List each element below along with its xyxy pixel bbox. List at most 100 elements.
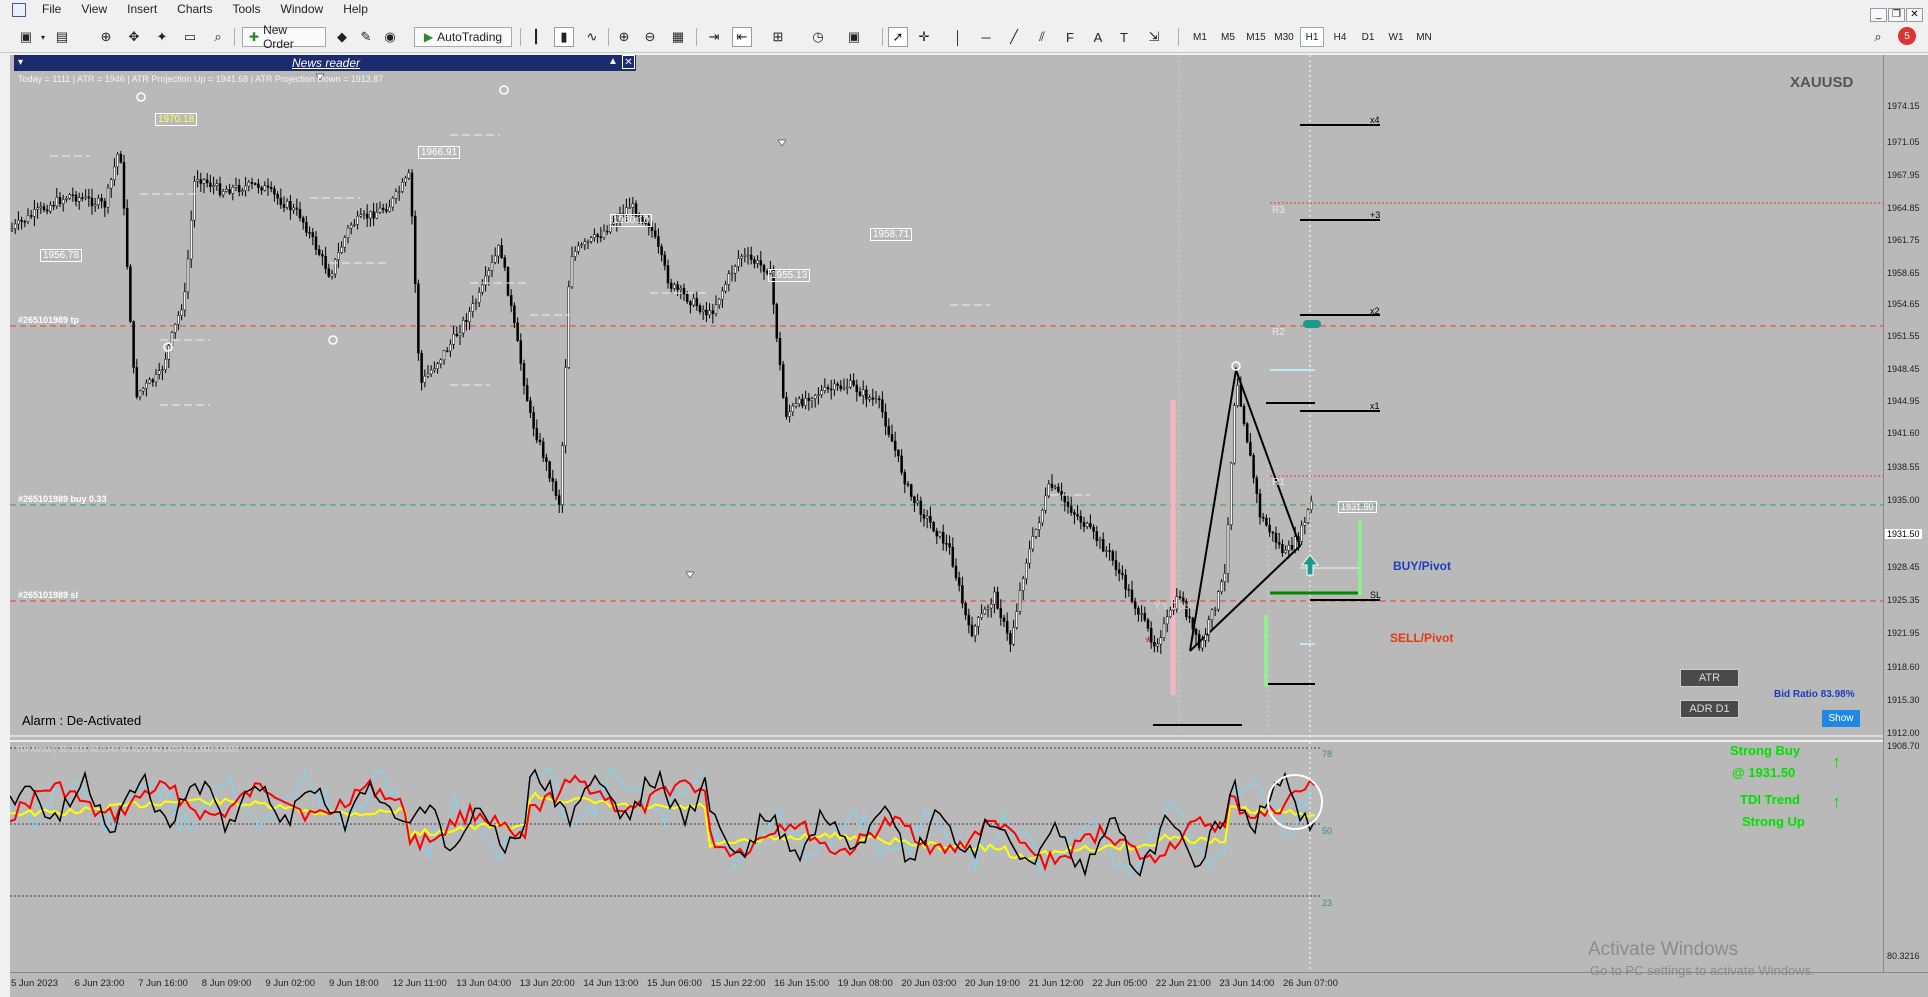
signals-icon[interactable]: ✎ bbox=[356, 27, 376, 47]
candle-body bbox=[564, 367, 567, 446]
news-close-icon[interactable]: ✕ bbox=[622, 55, 635, 69]
close-window-button[interactable]: ✕ bbox=[1906, 8, 1923, 22]
tf-mn[interactable]: MN bbox=[1412, 27, 1436, 47]
new-order-button[interactable]: ✚ New Order bbox=[242, 23, 326, 51]
candle-body bbox=[900, 455, 903, 473]
terminal-icon[interactable]: ▭ bbox=[180, 27, 200, 47]
candle-body bbox=[465, 320, 468, 322]
news-up-icon[interactable]: ▲ bbox=[608, 56, 618, 67]
news-collapse-icon[interactable]: ▾ bbox=[18, 57, 23, 68]
candle-body bbox=[861, 389, 865, 396]
bar-chart-icon[interactable]: ┃ bbox=[526, 27, 546, 47]
text-icon[interactable]: A bbox=[1088, 27, 1108, 47]
tf-m1[interactable]: M1 bbox=[1188, 27, 1212, 47]
candle-body bbox=[100, 198, 103, 202]
text-label-icon[interactable]: T bbox=[1114, 27, 1134, 47]
menu-insert[interactable]: Insert bbox=[117, 0, 167, 19]
tf-h4[interactable]: H4 bbox=[1328, 27, 1352, 47]
chart-shift-icon[interactable]: ⇤ bbox=[732, 27, 752, 47]
candle-body bbox=[301, 217, 305, 223]
search-icon[interactable]: ⌕ bbox=[1868, 27, 1888, 47]
price-tick: 1951.55 bbox=[1887, 331, 1920, 341]
periods-icon[interactable]: ◷ bbox=[808, 27, 828, 47]
cursor-icon[interactable]: ➚ bbox=[888, 27, 908, 47]
market-icon[interactable]: ◉ bbox=[380, 27, 400, 47]
news-reader-bar[interactable]: ▾ News reader ▲ ✕ bbox=[14, 55, 636, 71]
candle-body bbox=[650, 227, 654, 231]
indicators-icon[interactable]: ⊞ bbox=[768, 27, 788, 47]
menu-view[interactable]: View bbox=[71, 0, 117, 19]
notification-badge[interactable]: 5 bbox=[1898, 27, 1916, 45]
candle-body bbox=[788, 411, 791, 417]
adr-d1-button[interactable]: ADR D1 bbox=[1680, 700, 1739, 718]
candle-body bbox=[1162, 623, 1166, 638]
line-chart-icon[interactable]: ∿ bbox=[582, 27, 602, 47]
tile-windows-icon[interactable]: ▦ bbox=[668, 27, 688, 47]
candlestick-icon[interactable]: ▮ bbox=[554, 27, 574, 47]
candle-body bbox=[458, 332, 462, 336]
candle-body bbox=[1287, 544, 1291, 551]
menu-file[interactable]: File bbox=[32, 0, 71, 19]
candle-body bbox=[935, 530, 939, 537]
candle-body bbox=[858, 391, 862, 396]
price-tick: 1944.95 bbox=[1887, 396, 1920, 406]
atr-button[interactable]: ATR bbox=[1680, 669, 1739, 687]
candle-body bbox=[724, 284, 727, 292]
menu-window[interactable]: Window bbox=[271, 0, 334, 19]
tf-m30[interactable]: M30 bbox=[1272, 27, 1296, 47]
profiles-icon[interactable]: ▤ bbox=[52, 27, 72, 47]
menu-tools[interactable]: Tools bbox=[223, 0, 271, 19]
horizontal-line-icon[interactable]: ─ bbox=[976, 27, 996, 47]
candle-body bbox=[1201, 640, 1204, 649]
crosshair-nav-icon[interactable]: ✥ bbox=[124, 27, 144, 47]
candle-body bbox=[1037, 522, 1041, 530]
tf-h1[interactable]: H1 bbox=[1300, 27, 1324, 47]
minimize-window-button[interactable]: _ bbox=[1870, 8, 1887, 22]
templates-icon[interactable]: ▣ bbox=[844, 27, 864, 47]
fractal-marker bbox=[777, 139, 787, 147]
zoom-in-icon[interactable]: ⊕ bbox=[614, 27, 634, 47]
menu-charts[interactable]: Charts bbox=[167, 0, 222, 19]
candle-body bbox=[1114, 560, 1118, 570]
vertical-line-icon[interactable]: │ bbox=[948, 27, 968, 47]
candle-body bbox=[855, 384, 859, 393]
price-axis[interactable]: 1974.15 1971.05 1967.95 1964.85 1961.75 1958.… bbox=[1883, 55, 1928, 972]
trendline-icon[interactable]: ╱ bbox=[1004, 27, 1024, 47]
autoscroll-icon[interactable]: ⇥ bbox=[704, 27, 724, 47]
candle-body bbox=[919, 500, 923, 515]
show-button[interactable]: Show bbox=[1822, 710, 1860, 727]
candle-body bbox=[413, 215, 417, 285]
candle-body bbox=[356, 215, 359, 225]
metaeditor-icon[interactable]: ◆ bbox=[332, 27, 352, 47]
candle-body bbox=[87, 196, 91, 199]
crosshair-icon[interactable]: ✛ bbox=[914, 27, 934, 47]
tdi-indicator-panel[interactable] bbox=[10, 742, 1883, 972]
price-chart[interactable]: * bbox=[10, 55, 1883, 740]
tf-w1[interactable]: W1 bbox=[1384, 27, 1408, 47]
price-tag: 1960.10 bbox=[610, 214, 653, 227]
new-chart-dropdown-icon[interactable]: ▾ bbox=[38, 27, 48, 47]
buy-pivot-label: BUY/Pivot bbox=[1393, 559, 1452, 573]
current-price-chart-tag: 1931.50 bbox=[1338, 501, 1377, 513]
restore-window-button[interactable]: ❐ bbox=[1888, 8, 1905, 22]
tf-m15[interactable]: M15 bbox=[1244, 27, 1268, 47]
zoom-out-icon[interactable]: ⊖ bbox=[640, 27, 660, 47]
equidistant-channel-icon[interactable]: ⫽ bbox=[1032, 27, 1052, 47]
candle-body bbox=[321, 254, 324, 257]
autotrading-button[interactable]: ▶ AutoTrading bbox=[414, 27, 512, 47]
candle-body bbox=[225, 189, 228, 192]
fibonacci-icon[interactable]: F bbox=[1060, 27, 1080, 47]
candle-body bbox=[833, 383, 836, 391]
market-watch-icon[interactable]: ⊕ bbox=[96, 27, 116, 47]
news-reader-title[interactable]: News reader bbox=[292, 55, 360, 71]
new-chart-icon[interactable]: ▣ bbox=[16, 27, 36, 47]
navigator-icon[interactable]: ✦ bbox=[152, 27, 172, 47]
menu-help[interactable]: Help bbox=[333, 0, 378, 19]
arrows-icon[interactable]: ⇲ bbox=[1144, 27, 1164, 47]
tf-d1[interactable]: D1 bbox=[1356, 27, 1380, 47]
candle-body bbox=[1284, 550, 1287, 554]
strategy-tester-icon[interactable]: ⌕ bbox=[208, 27, 228, 47]
candle-body bbox=[948, 543, 951, 548]
candle-body bbox=[999, 608, 1003, 619]
tf-m5[interactable]: M5 bbox=[1216, 27, 1240, 47]
